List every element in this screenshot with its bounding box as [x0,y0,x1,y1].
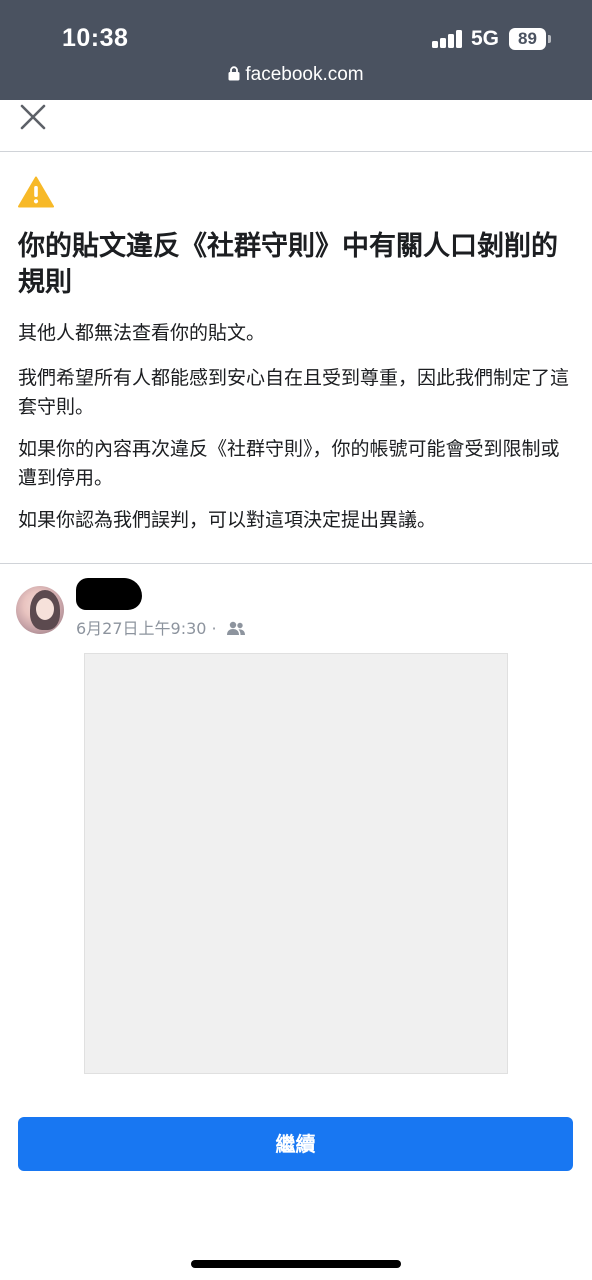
continue-button[interactable]: 繼續 [18,1117,573,1171]
post-timestamp[interactable]: 6月27日上午9:30 · [76,619,217,638]
status-bar: 10:38 5G 89 facebook.com [0,0,592,100]
header-divider [0,151,592,152]
section-divider [0,563,592,564]
network-type: 5G [471,27,500,50]
name-redaction [76,578,142,610]
notice-paragraph: 其他人都無法查看你的貼文。 [18,322,266,344]
close-button[interactable] [18,102,48,132]
lock-icon [228,65,240,87]
notice-paragraph: 我們希望所有人都能感到安心自在且受到尊重，因此我們制定了這套守則。 [18,367,570,418]
battery-icon: 89 [509,28,546,50]
avatar[interactable] [16,586,64,634]
battery-tip [548,35,551,43]
notice-title: 你的貼文違反《社群守則》中有關人口剝削的規則 [18,231,558,298]
address-bar[interactable]: facebook.com [0,64,592,87]
close-icon [20,104,46,130]
friends-icon [226,621,246,640]
url-text: facebook.com [245,64,364,85]
post-meta: 6月27日上午9:30 · [76,615,246,640]
home-indicator[interactable] [191,1260,401,1268]
avatar-face [36,598,54,620]
notice-paragraph: 如果你的內容再次違反《社群守則》，你的帳號可能會受到限制或遭到停用。 [18,438,560,489]
warning-icon [18,176,54,212]
notice-paragraph: 如果你認為我們誤判，可以對這項決定提出異議。 [18,509,437,531]
post-image-placeholder [84,653,508,1074]
status-time: 10:38 [62,24,129,52]
cellular-signal-icon [432,30,464,48]
